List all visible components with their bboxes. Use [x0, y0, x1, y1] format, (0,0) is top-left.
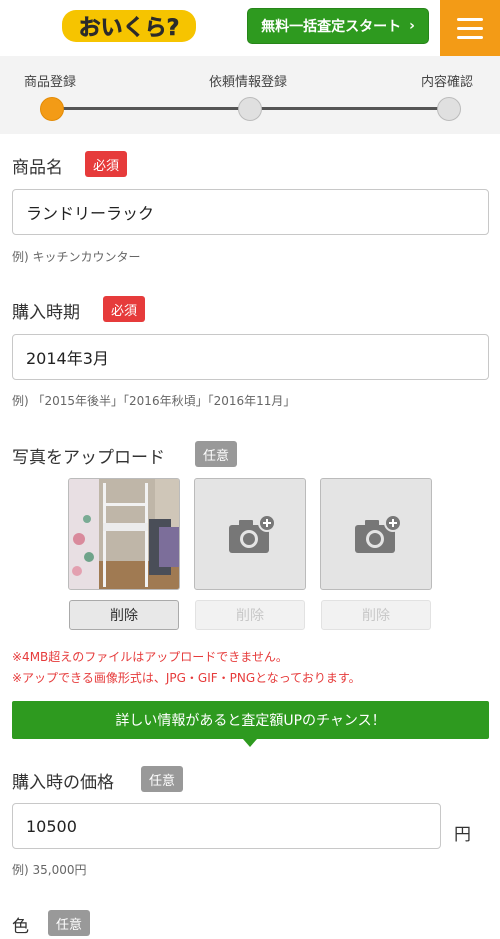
- step-label-product: 商品登録: [24, 75, 77, 90]
- step-label-confirm: 内容確認: [421, 75, 474, 90]
- optional-badge: 任意: [48, 910, 91, 936]
- info-chance-banner: 詳しい情報があると査定額UPのチャンス！: [12, 701, 489, 739]
- banner-pointer: [243, 739, 257, 747]
- uploaded-photo-thumbnail[interactable]: [68, 478, 180, 590]
- photo-upload-label: 写真をアップロード: [12, 448, 165, 468]
- svg-text:おいくら?: おいくら?: [79, 16, 180, 41]
- menu-bar: [457, 35, 483, 39]
- purchase-period-label: 購入時期: [12, 303, 80, 323]
- oikura-logo[interactable]: おいくら?: [60, 6, 198, 46]
- optional-badge: 任意: [195, 441, 238, 467]
- purchase-period-example: 例) 「2015年後半」「2016年秋頃」「2016年11月」: [12, 394, 296, 408]
- chevron-right-icon: ›: [409, 18, 415, 34]
- hamburger-menu-button[interactable]: [440, 0, 500, 56]
- delete-photo-button-3[interactable]: 削除: [321, 600, 431, 630]
- product-name-label: 商品名: [12, 158, 63, 178]
- site-header: おいくら? 無料一括査定スタート ›: [0, 0, 500, 56]
- photo-upload-slot-3[interactable]: [320, 478, 432, 590]
- free-assessment-start-button[interactable]: 無料一括査定スタート ›: [247, 8, 429, 44]
- photo-upload-slot-2[interactable]: [194, 478, 306, 590]
- purchase-price-label: 購入時の価格: [12, 773, 114, 793]
- currency-unit: 円: [454, 825, 471, 845]
- upload-size-note: ※4MB超えのファイルはアップロードできません。: [12, 650, 288, 664]
- step-dot-request-info: [238, 97, 262, 121]
- optional-badge: 任意: [141, 766, 184, 792]
- required-badge: 必須: [103, 296, 146, 322]
- step-dot-confirm: [437, 97, 461, 121]
- delete-photo-button-1[interactable]: 削除: [69, 600, 179, 630]
- step-label-request-info: 依頼情報登録: [209, 75, 288, 90]
- upload-format-note: ※アップできる画像形式は、JPG・GIF・PNGとなっております。: [12, 671, 361, 685]
- product-name-input[interactable]: ランドリーラック: [12, 189, 489, 235]
- progress-steps: 商品登録 依頼情報登録 内容確認: [0, 56, 500, 134]
- menu-bar: [457, 17, 483, 21]
- product-name-example: 例) キッチンカウンター: [12, 250, 141, 264]
- delete-photo-button-2[interactable]: 削除: [195, 600, 305, 630]
- purchase-price-example: 例) 35,000円: [12, 863, 87, 877]
- step-dot-product: [40, 97, 64, 121]
- purchase-period-input[interactable]: 2014年3月: [12, 334, 489, 380]
- camera-add-icon: [229, 514, 276, 553]
- purchase-price-input[interactable]: 10500: [12, 803, 441, 849]
- camera-add-icon: [355, 514, 402, 553]
- required-badge: 必須: [85, 151, 128, 177]
- color-label: 色: [12, 917, 29, 937]
- menu-bar: [457, 26, 483, 30]
- start-button-label: 無料一括査定スタート: [261, 19, 402, 35]
- laundry-rack-photo: [69, 479, 179, 589]
